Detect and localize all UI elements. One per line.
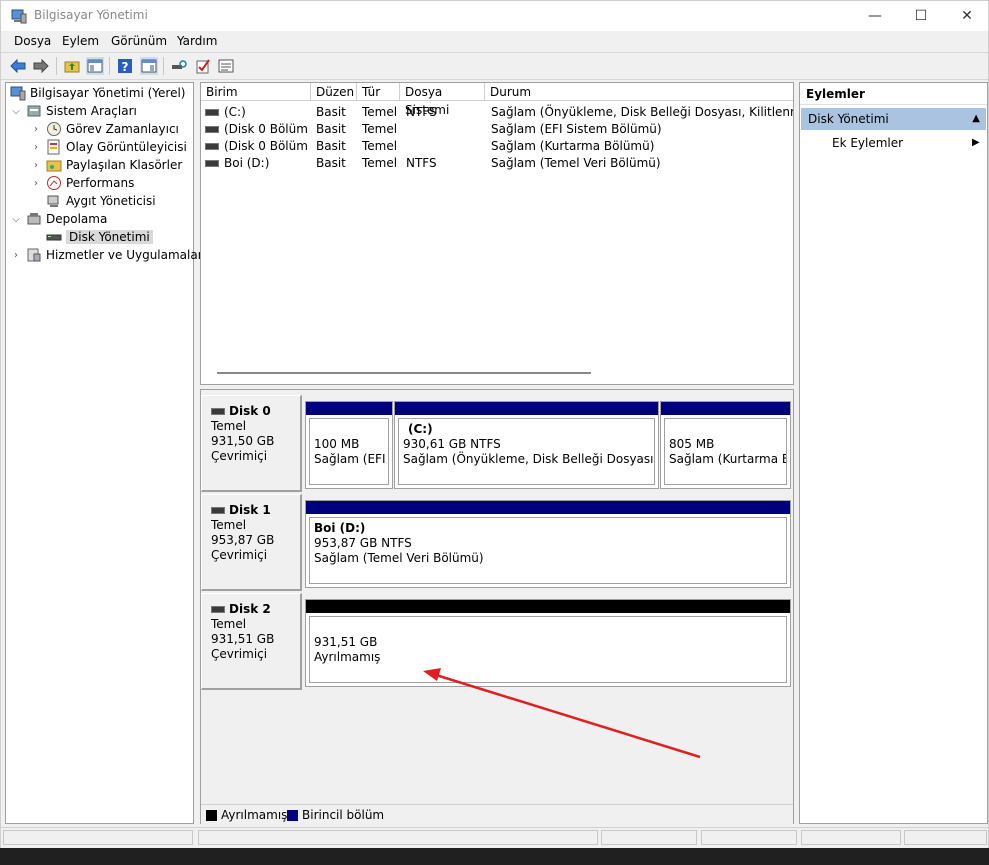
menu-help[interactable]: Yardım xyxy=(177,34,217,48)
disk-drive-icon xyxy=(46,234,62,241)
toolbar: ? xyxy=(1,52,988,80)
status-bar xyxy=(1,827,988,848)
window-title: Bilgisayar Yönetimi xyxy=(34,8,148,22)
title-bar[interactable]: Bilgisayar Yönetimi — ☐ ✕ xyxy=(1,1,988,31)
legend-primary-label: Birincil bölüm xyxy=(302,808,385,822)
horizontal-scrollbar[interactable] xyxy=(217,372,591,374)
tree-task-scheduler[interactable]: › Görev Zamanlayıcı xyxy=(30,120,179,138)
disk-icon xyxy=(211,507,225,514)
disk-icon xyxy=(211,606,225,613)
tree-system-tools[interactable]: ⌵ Sistem Araçları xyxy=(10,102,137,120)
chevron-right-icon[interactable]: › xyxy=(30,160,42,171)
legend: Ayrılmamış Birincil bölüm xyxy=(201,804,793,825)
disk-1-info[interactable]: Disk 1 Temel 953,87 GB Çevrimiçi xyxy=(201,494,302,591)
actions-section-disk-management[interactable]: Disk Yönetimi ▲ xyxy=(801,108,986,130)
legend-primary-swatch xyxy=(287,810,298,821)
tree-root-label: Bilgisayar Yönetimi (Yerel) xyxy=(30,86,186,100)
column-header-type[interactable]: Tür xyxy=(357,83,400,101)
status-segment xyxy=(904,830,987,845)
disk-0-info[interactable]: Disk 0 Temel 931,50 GB Çevrimiçi xyxy=(201,395,302,492)
more-actions-item[interactable]: Ek Eylemler xyxy=(832,134,903,152)
chevron-right-icon[interactable]: › xyxy=(10,250,22,261)
menu-file[interactable]: Dosya xyxy=(14,34,51,48)
submenu-arrow-icon: ▶ xyxy=(972,137,980,148)
show-hide-tree-icon[interactable] xyxy=(86,57,104,75)
computer-management-icon xyxy=(11,9,27,24)
device-manager-icon xyxy=(47,195,59,207)
column-header-layout[interactable]: Düzen xyxy=(311,83,357,101)
tree-event-viewer[interactable]: › Olay Görüntüleyicisi xyxy=(30,138,187,156)
partition-d[interactable]: Boi (D:) 953,87 GB NTFS Sağlam (Temel Ve… xyxy=(305,500,791,588)
volume-list: Birim Düzen Tür Dosya Sistemi Durum (C:)… xyxy=(200,82,794,385)
collapse-up-icon[interactable]: ▲ xyxy=(972,108,980,130)
disk-map-pane: Disk 0 Temel 931,50 GB Çevrimiçi 100 MB … xyxy=(200,389,794,825)
chevron-right-icon[interactable]: › xyxy=(30,124,42,135)
status-segment xyxy=(801,830,901,845)
legend-unallocated-label: Ayrılmamış xyxy=(221,808,288,822)
volume-icon xyxy=(205,143,219,150)
partition-c[interactable]: (C:) 930,61 GB NTFS Sağlam (Önyükleme, D… xyxy=(394,401,659,489)
show-action-pane-icon[interactable] xyxy=(140,57,158,75)
rescan-disks-icon[interactable] xyxy=(170,57,188,75)
back-icon[interactable] xyxy=(9,57,27,75)
partition-unallocated[interactable]: 931,51 GB Ayrılmamış xyxy=(305,599,791,687)
tree-services-apps[interactable]: › Hizmetler ve Uygulamalar xyxy=(10,246,203,264)
storage-icon xyxy=(27,213,41,225)
chevron-down-icon[interactable]: ⌵ xyxy=(10,106,22,117)
services-icon xyxy=(27,248,41,262)
menu-action[interactable]: Eylem xyxy=(62,34,99,48)
menu-bar: Dosya Eylem Görünüm Yardım xyxy=(1,31,988,51)
tools-icon xyxy=(27,105,41,117)
volume-icon xyxy=(205,126,219,133)
maximize-button[interactable]: ☐ xyxy=(898,1,944,31)
partition-efi[interactable]: 100 MB Sağlam (EFI Si xyxy=(305,401,393,489)
computer-management-window: Bilgisayar Yönetimi — ☐ ✕ Dosya Eylem Gö… xyxy=(0,0,989,848)
status-segment xyxy=(198,830,598,845)
tree-disk-management[interactable]: Disk Yönetimi xyxy=(42,228,153,246)
svg-text:?: ? xyxy=(122,60,129,74)
tree-device-manager[interactable]: Aygıt Yöneticisi xyxy=(42,192,156,210)
minimize-button[interactable]: — xyxy=(852,1,898,31)
chevron-right-icon[interactable]: › xyxy=(30,142,42,153)
actions-pane: Eylemler Disk Yönetimi ▲ Ek Eylemler ▶ xyxy=(799,82,988,824)
column-header-filesystem[interactable]: Dosya Sistemi xyxy=(400,83,485,117)
tree-shared-folders[interactable]: › Paylaşılan Klasörler xyxy=(30,156,182,174)
event-log-icon xyxy=(47,139,60,155)
status-segment xyxy=(3,830,193,845)
status-segment xyxy=(701,830,797,845)
help-icon[interactable]: ? xyxy=(116,57,134,75)
tree-performance[interactable]: › Performans xyxy=(30,174,134,192)
performance-icon xyxy=(47,176,61,190)
tree-storage[interactable]: ⌵ Depolama xyxy=(10,210,107,228)
close-button[interactable]: ✕ xyxy=(944,1,989,31)
column-header-status[interactable]: Durum xyxy=(485,83,793,101)
status-segment xyxy=(601,830,697,845)
partition-recovery[interactable]: 805 MB Sağlam (Kurtarma Böl xyxy=(660,401,791,489)
column-header-volume[interactable]: Birim xyxy=(201,83,311,101)
tree-root[interactable]: Bilgisayar Yönetimi (Yerel) xyxy=(8,84,185,102)
up-folder-icon[interactable] xyxy=(63,57,81,75)
chevron-down-icon[interactable]: ⌵ xyxy=(10,214,22,225)
volume-icon xyxy=(205,160,219,167)
computer-management-icon xyxy=(10,86,26,101)
disk-icon xyxy=(211,408,225,415)
chevron-right-icon[interactable]: › xyxy=(30,178,42,189)
details-list-icon[interactable] xyxy=(217,57,235,75)
shared-folder-icon xyxy=(46,160,62,172)
clock-icon xyxy=(47,122,61,136)
legend-unallocated-swatch xyxy=(206,810,217,821)
actions-header: Eylemler xyxy=(800,83,987,105)
navigation-tree: Bilgisayar Yönetimi (Yerel) ⌵ Sistem Ara… xyxy=(5,82,203,824)
volume-icon xyxy=(205,109,219,116)
menu-view[interactable]: Görünüm xyxy=(111,34,167,48)
forward-icon[interactable] xyxy=(32,57,50,75)
properties-check-icon[interactable] xyxy=(194,57,212,75)
disk-2-info[interactable]: Disk 2 Temel 931,51 GB Çevrimiçi xyxy=(201,593,302,690)
